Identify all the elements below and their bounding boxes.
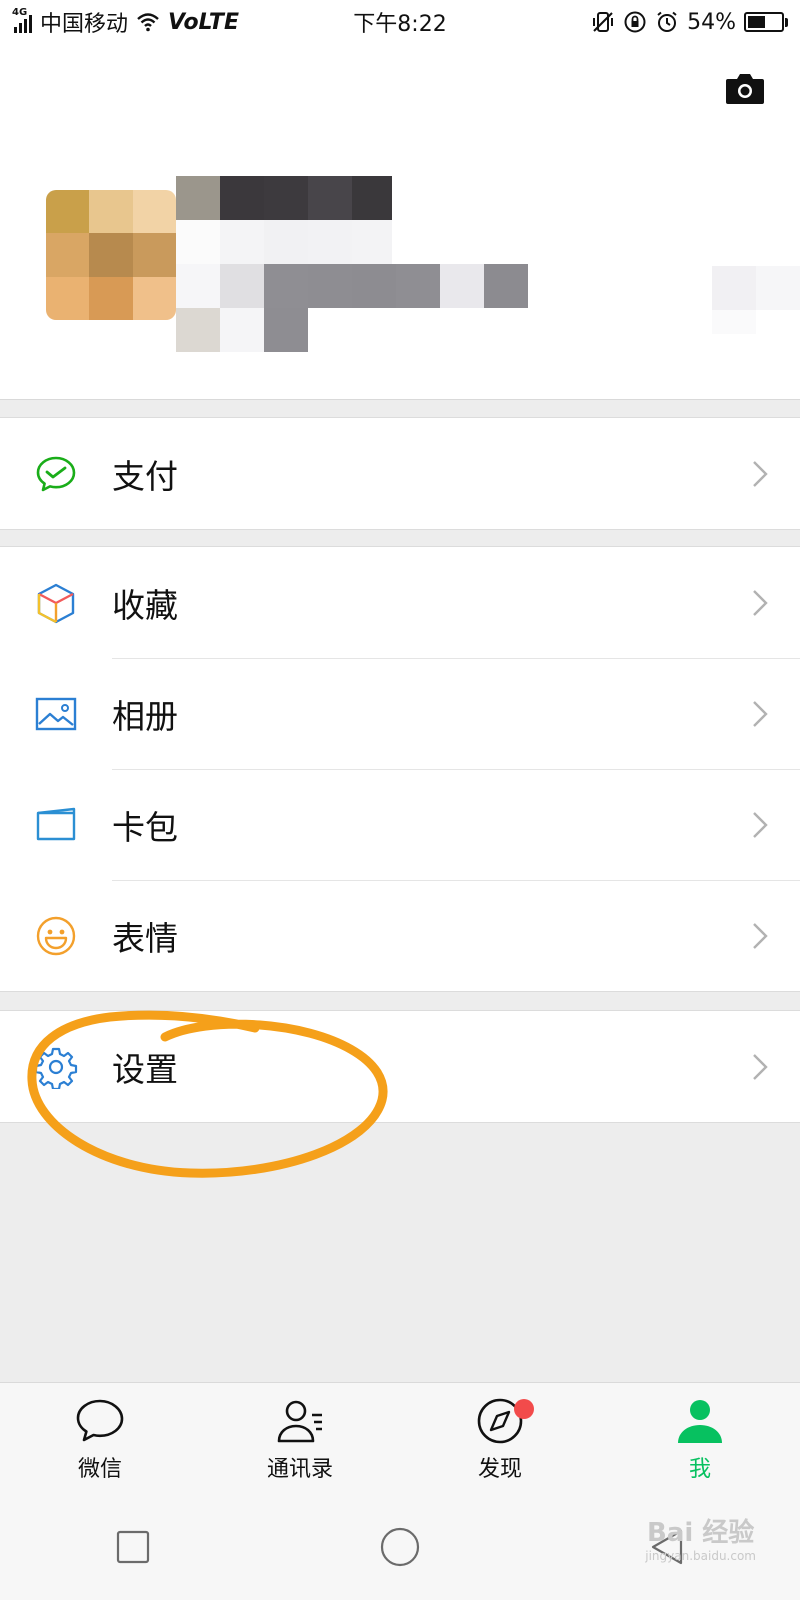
menu-group-pay: 支付 — [0, 417, 800, 530]
menu-group-settings: 设置 — [0, 1010, 800, 1123]
chevron-right-icon — [753, 1053, 768, 1080]
gear-icon — [34, 1047, 78, 1089]
profile-header[interactable] — [0, 44, 800, 400]
tab-label: 微信 — [77, 1457, 122, 1482]
menu-item-label: 表情 — [112, 918, 178, 958]
avatar[interactable] — [46, 190, 176, 320]
chevron-right-icon — [753, 589, 768, 616]
menu-item-stickers[interactable]: 表情 — [0, 880, 800, 991]
recent-apps-icon — [117, 1530, 150, 1564]
chat-bubble-icon — [76, 1399, 124, 1442]
camera-icon[interactable] — [724, 70, 766, 106]
battery-level-fill — [748, 16, 766, 28]
card-wallet-icon — [36, 807, 76, 840]
notification-badge — [514, 1399, 534, 1419]
pay-icon — [36, 456, 76, 491]
system-navigation-bar — [0, 1494, 800, 1600]
network-type: 4G — [12, 7, 28, 18]
album-icon — [35, 697, 77, 730]
recent-apps-button[interactable] — [103, 1517, 163, 1577]
battery-percent: 54% — [687, 9, 736, 35]
back-button[interactable] — [637, 1517, 697, 1577]
battery-icon — [744, 12, 788, 32]
menu-item-label: 卡包 — [112, 807, 178, 847]
tab-label: 通讯录 — [266, 1457, 333, 1482]
redacted-profile-extra — [712, 266, 800, 334]
carrier-name: 中国移动 — [40, 12, 129, 37]
menu-item-settings[interactable]: 设置 — [0, 1011, 800, 1122]
chevron-right-icon — [753, 700, 768, 727]
tab-label: 我 — [688, 1457, 711, 1482]
signal-icon: 4G — [12, 7, 32, 33]
menu-item-favorites[interactable]: 收藏 — [0, 547, 800, 658]
wifi-icon — [137, 13, 159, 32]
status-right: 54% — [591, 10, 788, 35]
emoji-smile-icon — [36, 916, 76, 955]
tab-chats[interactable]: 微信 — [0, 1383, 200, 1494]
tab-me[interactable]: 我 — [600, 1383, 800, 1494]
contacts-icon — [277, 1400, 322, 1443]
me-person-icon — [678, 1400, 722, 1443]
favorites-cube-icon — [37, 583, 75, 623]
home-button[interactable] — [370, 1517, 430, 1577]
chevron-right-icon — [753, 460, 768, 487]
volte-indicator: VoLTE — [168, 9, 239, 35]
menu-item-label: 支付 — [112, 456, 178, 496]
bottom-tab-bar: 微信 通讯录 发现 我 — [0, 1382, 800, 1494]
menu-item-label: 设置 — [112, 1049, 178, 1089]
chevron-right-icon — [753, 811, 768, 838]
alarm-icon — [657, 11, 677, 32]
home-icon — [380, 1527, 420, 1567]
status-left: 4G 中国移动 VoLTE — [12, 6, 239, 38]
menu-item-pay[interactable]: 支付 — [0, 418, 800, 529]
menu-item-label: 收藏 — [112, 585, 178, 625]
menu-item-label: 相册 — [112, 696, 178, 736]
menu-item-album[interactable]: 相册 — [0, 658, 800, 769]
menu-item-card-wallet[interactable]: 卡包 — [0, 769, 800, 880]
redacted-profile-name — [176, 176, 536, 352]
menu-group-collections: 收藏 相册 卡包 表情 — [0, 546, 800, 992]
status-bar: 4G 中国移动 VoLTE 下午8:22 54% — [0, 0, 800, 44]
tab-discover[interactable]: 发现 — [400, 1383, 600, 1494]
chevron-right-icon — [753, 922, 768, 949]
vibrate-icon — [593, 12, 614, 32]
back-icon — [651, 1529, 682, 1565]
tab-contacts[interactable]: 通讯录 — [200, 1383, 400, 1494]
rotation-lock-icon — [624, 11, 646, 33]
tab-label: 发现 — [477, 1457, 522, 1482]
